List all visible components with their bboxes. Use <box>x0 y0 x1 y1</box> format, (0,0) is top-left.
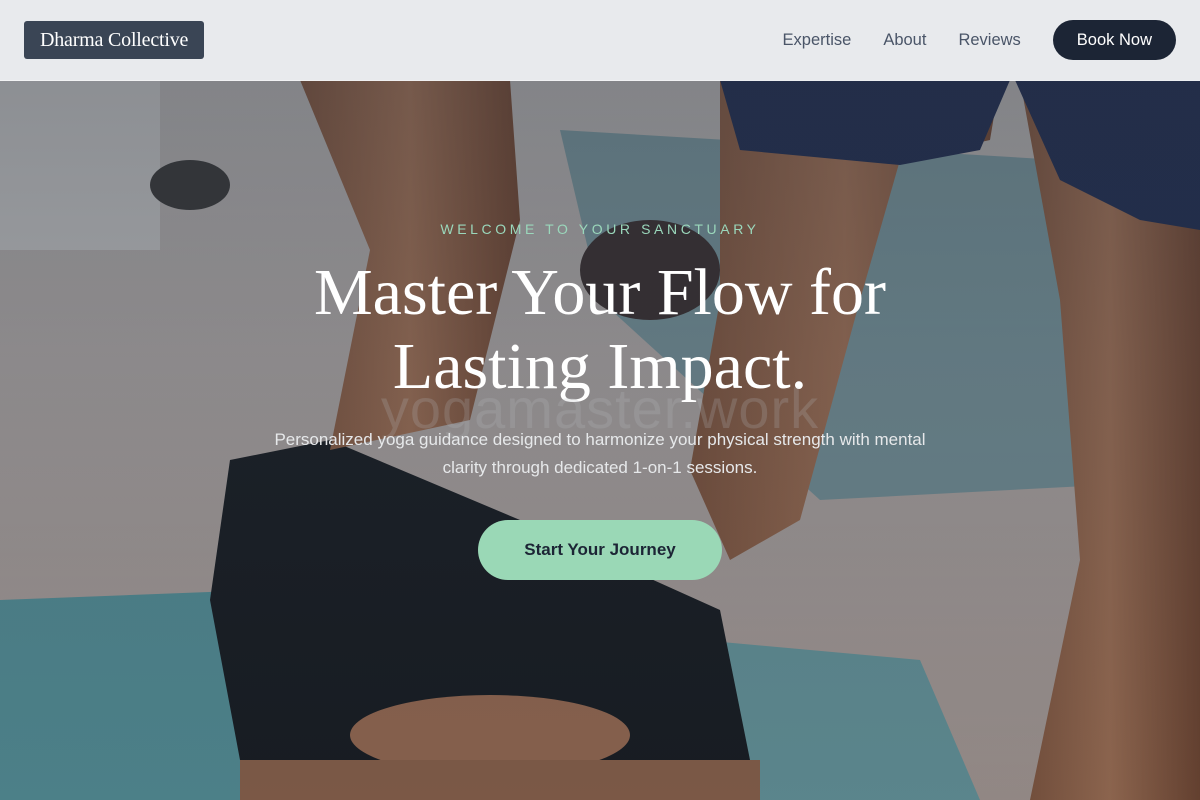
start-journey-button[interactable]: Start Your Journey <box>478 520 722 580</box>
headline-line-1: Master Your Flow for <box>313 256 887 329</box>
hero-subtext: Personalized yoga guidance designed to h… <box>274 430 926 477</box>
hero-eyebrow: WELCOME TO YOUR SANCTUARY <box>440 221 760 237</box>
hero-content: WELCOME TO YOUR SANCTUARY Master Your Fl… <box>0 0 1200 800</box>
